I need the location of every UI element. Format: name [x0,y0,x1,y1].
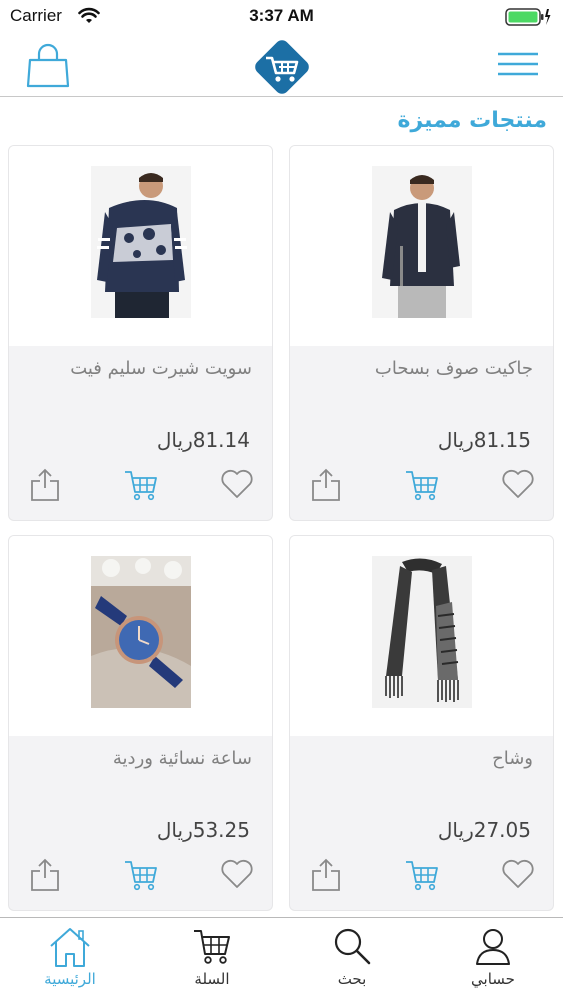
product-card[interactable]: ساعة نسائية وردية 53.25ريال [8,535,273,911]
product-photo-watch [91,556,191,708]
product-name[interactable]: جاكيت صوف بسحاب [375,358,533,379]
share-button[interactable] [27,466,63,502]
product-card[interactable]: سويت شيرت سليم فيت 81.14ريال [8,145,273,521]
tab-label: حسابي [471,970,515,988]
tab-home[interactable]: الرئيسية [0,918,140,1000]
heart-icon [221,469,253,498]
share-icon [312,468,340,501]
heart-icon [502,859,534,888]
cart-icon [406,861,438,891]
product-actions [9,856,272,896]
product-price: 53.25ريال [156,818,250,842]
favorite-button[interactable] [500,466,536,502]
product-photo-sweatshirt [91,166,191,318]
product-photo-jacket [372,166,472,318]
add-to-cart-button[interactable] [404,466,440,502]
share-icon [31,468,59,501]
product-actions [9,466,272,506]
shopping-bag-icon [26,43,70,88]
menu-button[interactable] [497,50,539,80]
product-name[interactable]: وشاح [492,748,533,769]
share-button[interactable] [308,856,344,892]
cart-icon [194,930,230,964]
favorite-button[interactable] [219,856,255,892]
status-bar: Carrier 3:37 AM [0,0,563,34]
share-button[interactable] [27,856,63,892]
cart-icon [406,471,438,501]
tab-search[interactable]: بحث [282,918,422,1000]
add-to-cart-button[interactable] [404,856,440,892]
cart-icon [125,861,157,891]
battery-icon [505,7,551,31]
favorite-button[interactable] [219,466,255,502]
section-title: منتجات مميزة [397,108,548,133]
home-icon [50,928,90,967]
navigation-bar [0,34,563,97]
product-card[interactable]: جاكيت صوف بسحاب 81.15ريال [289,145,554,521]
status-time: 3:37 AM [249,6,314,25]
product-name[interactable]: سويت شيرت سليم فيت [70,358,252,379]
tab-label: السلة [194,970,230,988]
product-photo-scarf [372,556,472,708]
product-card[interactable]: وشاح 27.05ريال [289,535,554,911]
share-icon [312,858,340,891]
add-to-cart-button[interactable] [123,466,159,502]
favorite-button[interactable] [500,856,536,892]
product-image-area[interactable] [9,146,272,346]
tab-bar: الرئيسية السلة بحث حسابي [0,917,563,1000]
tab-cart[interactable]: السلة [142,918,282,1000]
cart-icon [125,471,157,501]
hamburger-menu-icon [498,52,538,76]
product-actions [290,856,553,896]
share-icon [31,858,59,891]
heart-icon [502,469,534,498]
product-name[interactable]: ساعة نسائية وردية [113,748,252,769]
product-image-area[interactable] [290,536,553,736]
tab-account[interactable]: حسابي [423,918,563,1000]
product-image-area[interactable] [290,146,553,346]
product-price: 81.14ريال [156,428,250,452]
tab-label: بحث [337,970,367,988]
product-price: 81.15ريال [437,428,531,452]
user-icon [476,929,510,965]
share-button[interactable] [308,466,344,502]
search-icon [334,928,371,965]
product-price: 27.05ريال [437,818,531,842]
product-actions [290,466,553,506]
heart-icon [221,859,253,888]
cart-logo-icon [255,40,309,94]
add-to-cart-button[interactable] [123,856,159,892]
tab-label: الرئيسية [44,970,96,988]
store-logo[interactable] [249,34,315,100]
product-image-area[interactable] [9,536,272,736]
shopping-bag-button[interactable] [22,40,74,90]
